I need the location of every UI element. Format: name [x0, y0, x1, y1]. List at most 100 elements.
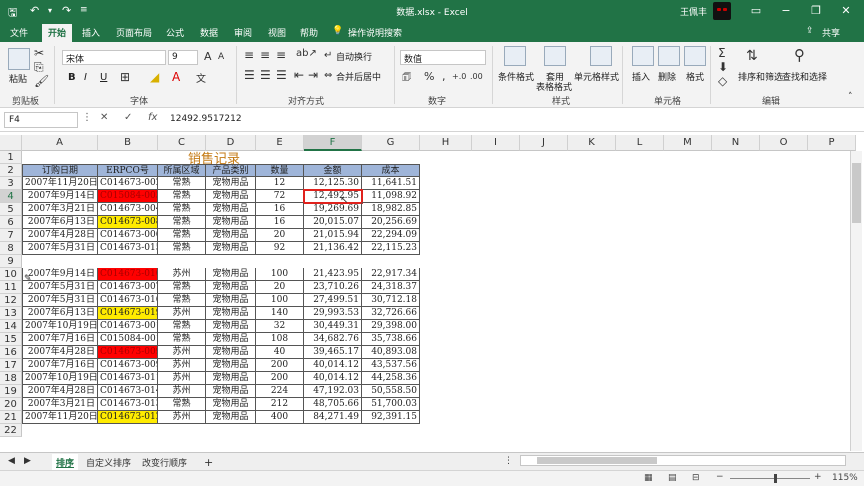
table-cell-region[interactable]: 常熟: [158, 229, 206, 242]
next-sheet-icon[interactable]: ▶: [20, 454, 35, 468]
merge-center-button[interactable]: 合并后居中: [336, 70, 381, 83]
increase-decimal-icon[interactable]: +.0: [452, 72, 466, 81]
table-cell-cost[interactable]: 22,917.34: [362, 268, 420, 281]
insert-cells-button[interactable]: 插入: [632, 70, 650, 83]
bold-button[interactable]: B: [68, 72, 76, 83]
table-header-cell[interactable]: 数量: [256, 164, 304, 177]
zoom-out-button[interactable]: −: [716, 472, 724, 482]
sort-filter-button[interactable]: 排序和筛选: [738, 70, 783, 83]
column-header-a[interactable]: A: [22, 135, 98, 151]
underline-button[interactable]: U: [100, 72, 107, 83]
align-right-icon[interactable]: ☰: [276, 68, 287, 82]
table-cell-erp[interactable]: C014673-001: [98, 320, 158, 333]
table-cell-erp[interactable]: C014673-009: [98, 346, 158, 359]
table-cell-qty[interactable]: 200: [256, 372, 304, 385]
table-cell-cat[interactable]: 宠物用品: [206, 385, 256, 398]
row-header[interactable]: 10: [0, 268, 22, 281]
row-header[interactable]: 20: [0, 398, 22, 411]
fill-color-icon[interactable]: ◢: [150, 70, 159, 84]
table-header-cell[interactable]: 成本: [362, 164, 420, 177]
tell-me-search[interactable]: 操作说明搜索: [348, 26, 402, 39]
table-cell-date[interactable]: 2007年6月13日: [22, 307, 98, 320]
table-cell-date[interactable]: 2007年4月28日: [22, 385, 98, 398]
column-header-l[interactable]: L: [616, 135, 664, 151]
table-header-cell[interactable]: 产品类别: [206, 164, 256, 177]
align-middle-icon[interactable]: ≡: [260, 48, 270, 62]
table-cell-amt[interactable]: 21,423.95: [304, 268, 362, 281]
avatar[interactable]: [713, 2, 731, 20]
formula-input[interactable]: 12492.9517212: [166, 112, 856, 128]
tab-formulas[interactable]: 公式: [166, 26, 184, 39]
table-cell-cat[interactable]: 宠物用品: [206, 268, 256, 281]
table-cell-cost[interactable]: 18,982.85: [362, 203, 420, 216]
table-cell-region[interactable]: 苏州: [158, 268, 206, 281]
table-cell-cat[interactable]: 宠物用品: [206, 346, 256, 359]
table-cell-erp[interactable]: C014673-016: [98, 294, 158, 307]
column-header-e[interactable]: E: [256, 135, 304, 151]
column-header-k[interactable]: K: [568, 135, 616, 151]
row-header[interactable]: 2: [0, 164, 22, 177]
table-cell-qty[interactable]: 140: [256, 307, 304, 320]
orientation-icon[interactable]: ab↗: [296, 48, 317, 59]
table-cell-qty[interactable]: 40: [256, 346, 304, 359]
tab-split-icon[interactable]: ⋮: [500, 454, 517, 468]
column-header-j[interactable]: J: [520, 135, 568, 151]
table-cell-amt[interactable]: 23,710.26: [304, 281, 362, 294]
table-cell-erp[interactable]: C014673-010: [98, 268, 158, 281]
table-cell-qty[interactable]: 224: [256, 385, 304, 398]
column-header-b[interactable]: B: [98, 135, 158, 151]
row-header[interactable]: 16: [0, 346, 22, 359]
enter-icon[interactable]: ✓: [124, 112, 132, 123]
share-button[interactable]: 共享: [822, 26, 840, 39]
borders-icon[interactable]: ⊞: [120, 70, 130, 84]
column-header-g[interactable]: G: [362, 135, 420, 151]
table-cell-cat[interactable]: 宠物用品: [206, 398, 256, 411]
table-cell-amt[interactable]: 19,269.69: [304, 203, 362, 216]
table-cell-date[interactable]: 2007年9月14日: [22, 268, 98, 281]
table-cell-qty[interactable]: 72: [256, 190, 304, 203]
table-cell-erp[interactable]: C014673-014: [98, 385, 158, 398]
table-cell-erp[interactable]: C014673-015: [98, 242, 158, 255]
horizontal-scrollbar[interactable]: [520, 455, 846, 466]
table-cell-qty[interactable]: 20: [256, 281, 304, 294]
table-cell-region[interactable]: 苏州: [158, 372, 206, 385]
table-cell-region[interactable]: 常熟: [158, 333, 206, 346]
table-cell-date[interactable]: 2007年6月13日: [22, 216, 98, 229]
table-cell-qty[interactable]: 400: [256, 411, 304, 424]
row-header[interactable]: 21: [0, 411, 22, 424]
table-cell-region[interactable]: 苏州: [158, 411, 206, 424]
accounting-format-icon[interactable]: 🗊: [402, 70, 411, 87]
align-top-icon[interactable]: ≡: [244, 48, 254, 62]
name-box[interactable]: F4: [4, 112, 78, 128]
collapse-ribbon-icon[interactable]: ˄: [848, 92, 853, 102]
table-cell-region[interactable]: 常熟: [158, 203, 206, 216]
font-name-select[interactable]: 宋体: [62, 50, 166, 65]
page-break-view-icon[interactable]: ⊟: [692, 473, 700, 483]
table-cell-qty[interactable]: 108: [256, 333, 304, 346]
table-cell-region[interactable]: 常熟: [158, 281, 206, 294]
sheet-tab-reorder[interactable]: 改变行顺序: [138, 454, 191, 471]
table-cell-amt[interactable]: 12,125.30: [304, 177, 362, 190]
number-format-select[interactable]: 数值: [400, 50, 486, 65]
zoom-slider-thumb[interactable]: [774, 474, 777, 483]
table-cell-cat[interactable]: 宠物用品: [206, 372, 256, 385]
row-header[interactable]: 5: [0, 203, 22, 216]
table-cell-amt[interactable]: 27,499.51: [304, 294, 362, 307]
row-header[interactable]: 8: [0, 242, 22, 255]
autosum-icon[interactable]: Σ: [718, 46, 726, 60]
table-cell-amt[interactable]: 29,993.53: [304, 307, 362, 320]
align-left-icon[interactable]: ☰: [244, 68, 255, 82]
table-cell-cost[interactable]: 11,098.92: [362, 190, 420, 203]
table-header-cell[interactable]: 订购日期: [22, 164, 98, 177]
row-header[interactable]: 12: [0, 294, 22, 307]
table-cell-cost[interactable]: 20,256.69: [362, 216, 420, 229]
table-cell-amt[interactable]: 20,015.07: [304, 216, 362, 229]
column-header-i[interactable]: I: [472, 135, 520, 151]
table-cell-date[interactable]: 2007年7月16日: [22, 333, 98, 346]
decrease-decimal-icon[interactable]: .00: [470, 72, 483, 81]
fill-icon[interactable]: ⬇: [718, 60, 728, 74]
table-cell-erp[interactable]: C014673-006: [98, 229, 158, 242]
table-cell-amt[interactable]: 34,682.76: [304, 333, 362, 346]
table-cell-erp[interactable]: C014673-004: [98, 203, 158, 216]
table-cell-erp[interactable]: C014673-012: [98, 411, 158, 424]
